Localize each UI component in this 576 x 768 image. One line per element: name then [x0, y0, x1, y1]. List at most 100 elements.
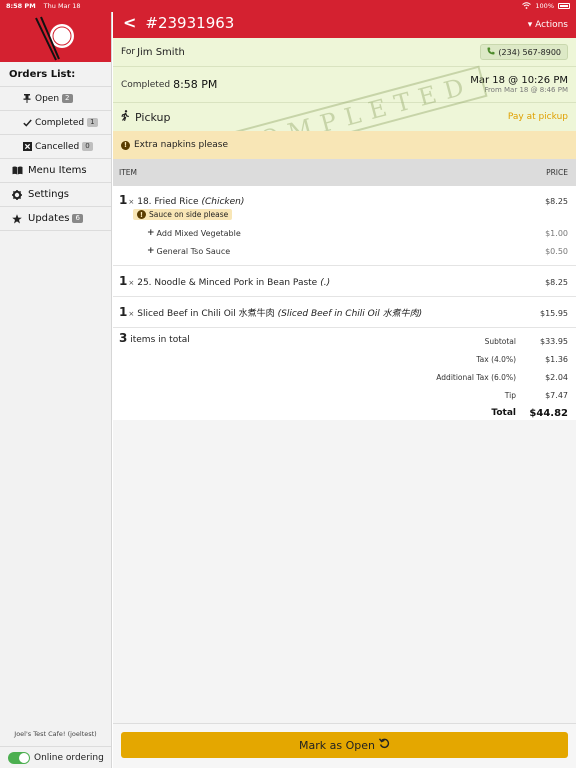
- mark-as-open-button[interactable]: Mark as Open: [121, 732, 568, 758]
- item-note: ! Sauce on side please: [133, 209, 233, 220]
- total-label: Subtotal: [484, 337, 516, 347]
- sidebar-item-menu-items[interactable]: Menu Items: [0, 159, 111, 183]
- gear-icon: [10, 189, 24, 200]
- phone-button[interactable]: (234) 567-8900: [480, 44, 568, 60]
- back-button[interactable]: <: [123, 14, 136, 32]
- items-table-header: ITEM PRICE: [113, 159, 576, 186]
- updates-count-badge: 6: [72, 214, 83, 223]
- total-label: Additional Tax (6.0%): [436, 372, 516, 382]
- battery-icon: [558, 3, 570, 9]
- times-icon: ×: [128, 279, 135, 287]
- sidebar-footer: Joel's Test Cafe! (joeltest) Online orde…: [0, 730, 111, 768]
- book-icon: [10, 166, 24, 175]
- item-line: 1 × 25. Noodle & Minced Pork in Bean Past…: [119, 274, 568, 288]
- sidebar-item-label: Completed: [35, 117, 85, 128]
- sidebar-item-label: Cancelled: [35, 141, 80, 152]
- cafe-name: Joel's Test Cafe! (joeltest): [14, 730, 97, 738]
- order-items: 1 × 18. Fried Rice (Chicken) $8.25 ! Sauc…: [113, 186, 576, 420]
- item-modifier: (Chicken): [201, 197, 245, 207]
- star-icon: [10, 213, 24, 224]
- order-item: 1 × 25. Noodle & Minced Pork in Bean Past…: [113, 266, 576, 297]
- order-note: ! Extra napkins please: [113, 131, 576, 159]
- info-icon: !: [137, 210, 146, 219]
- item-qty: 1: [119, 274, 128, 288]
- item-name: Sliced Beef in Chili Oil 水煮牛肉: [137, 309, 275, 319]
- item-modifier: (Sliced Beef in Chili Oil 水煮牛肉): [277, 309, 423, 319]
- fulfillment-row: Pickup Pay at pickup: [113, 103, 576, 131]
- addon-price: $0.50: [545, 246, 568, 256]
- battery-percent: 100%: [535, 2, 554, 10]
- addon-price: $1.00: [545, 228, 568, 238]
- order-totals: 3 items in total Subtotal $33.95 Tax (4.…: [113, 328, 576, 420]
- item-addon: + Add Mixed Vegetable $1.00: [119, 223, 568, 241]
- open-count-badge: 2: [62, 94, 73, 103]
- order-item: 1 × Sliced Beef in Chili Oil 水煮牛肉 (Sliced…: [113, 297, 576, 328]
- status-right: 100%: [522, 1, 570, 11]
- sidebar-item-label: Open: [35, 93, 60, 104]
- order-item: 1 × 18. Fried Rice (Chicken) $8.25 ! Sauc…: [113, 186, 576, 266]
- item-note-text: Sauce on side please: [149, 210, 229, 219]
- phone-icon: [487, 47, 495, 57]
- order-note-text: Extra napkins please: [134, 140, 229, 150]
- payment-method: Pay at pickup: [507, 112, 568, 122]
- completion-row: Completed 8:58 PM Mar 18 @ 10:26 PM From…: [113, 67, 576, 103]
- plus-icon: +: [147, 228, 155, 238]
- online-ordering-label: Online ordering: [34, 752, 104, 763]
- item-name: 18. Fried Rice: [137, 197, 199, 207]
- orders-list-heading: Orders List:: [0, 62, 111, 87]
- item-modifier: (.): [320, 278, 331, 288]
- order-info-panel: COMPLETED For Jim Smith (234) 567-8900 C…: [113, 38, 576, 131]
- info-icon: !: [121, 140, 130, 150]
- sidebar-item-completed[interactable]: Completed 1: [0, 111, 111, 135]
- item-qty: 1: [119, 193, 128, 207]
- sidebar-item-settings[interactable]: Settings: [0, 183, 111, 207]
- status-date: Thu Mar 18: [43, 2, 81, 10]
- mark-as-open-label: Mark as Open: [299, 738, 375, 752]
- plus-icon: +: [147, 246, 155, 256]
- restaurant-logo-icon: [35, 16, 74, 61]
- sidebar-item-label: Updates: [28, 213, 70, 224]
- online-ordering-row: Online ordering: [0, 746, 111, 768]
- for-label: For: [121, 47, 136, 57]
- actions-menu-button[interactable]: ▾ Actions: [528, 18, 568, 32]
- item-qty: 1: [119, 305, 128, 319]
- total-value: $1.36: [545, 355, 568, 365]
- completed-label: Completed: [121, 79, 171, 90]
- status-bar: 8:58 PM Thu Mar 18 100%: [0, 0, 576, 12]
- completed-count-badge: 1: [87, 118, 98, 127]
- wifi-icon: [522, 1, 532, 11]
- order-number: #23931963: [145, 14, 235, 32]
- total-value: $33.95: [540, 337, 568, 347]
- item-count: 3 items in total: [119, 331, 190, 345]
- item-count-number: 3: [119, 331, 128, 345]
- cancelled-count-badge: 0: [82, 142, 93, 151]
- item-line: 1 × 18. Fried Rice (Chicken) $8.25: [119, 193, 568, 207]
- sidebar-item-label: Settings: [28, 189, 70, 200]
- order-dates: Mar 18 @ 10:26 PM From Mar 18 @ 8:46 PM: [470, 75, 568, 94]
- sidebar-item-cancelled[interactable]: Cancelled 0: [0, 135, 111, 159]
- pickup-date: Mar 18 @ 10:26 PM: [470, 75, 568, 86]
- price-column-header: PRICE: [546, 168, 568, 177]
- cancel-box-icon: [20, 142, 34, 151]
- total-value: $7.47: [545, 390, 568, 400]
- online-ordering-toggle[interactable]: [8, 751, 30, 764]
- order-detail: < #23931963 ▾ Actions COMPLETED For Jim …: [113, 0, 576, 768]
- sidebar: Orders List: Open 2 Completed 1 Cancelle…: [0, 0, 112, 768]
- times-icon: ×: [128, 198, 135, 206]
- sidebar-item-open[interactable]: Open 2: [0, 87, 111, 111]
- pickup-label: Pickup: [135, 110, 171, 124]
- item-count-label: items in total: [130, 335, 190, 345]
- tax-row: Tax (4.0%) $1.36: [119, 351, 568, 369]
- sidebar-item-updates[interactable]: Updates 6: [0, 207, 111, 231]
- item-addon: + General Tso Sauce $0.50: [119, 241, 568, 259]
- addon-name: Add Mixed Vegetable: [156, 228, 241, 238]
- status-time: 8:58 PM: [6, 2, 36, 10]
- phone-number: (234) 567-8900: [498, 47, 561, 57]
- addon-name: General Tso Sauce: [156, 246, 231, 256]
- undo-icon: [378, 738, 390, 752]
- item-price: $8.25: [545, 278, 568, 287]
- item-price: $8.25: [545, 197, 568, 206]
- item-column-header: ITEM: [119, 168, 138, 177]
- item-line: 1 × Sliced Beef in Chili Oil 水煮牛肉 (Sliced…: [119, 305, 568, 319]
- total-label: Tip: [504, 390, 516, 400]
